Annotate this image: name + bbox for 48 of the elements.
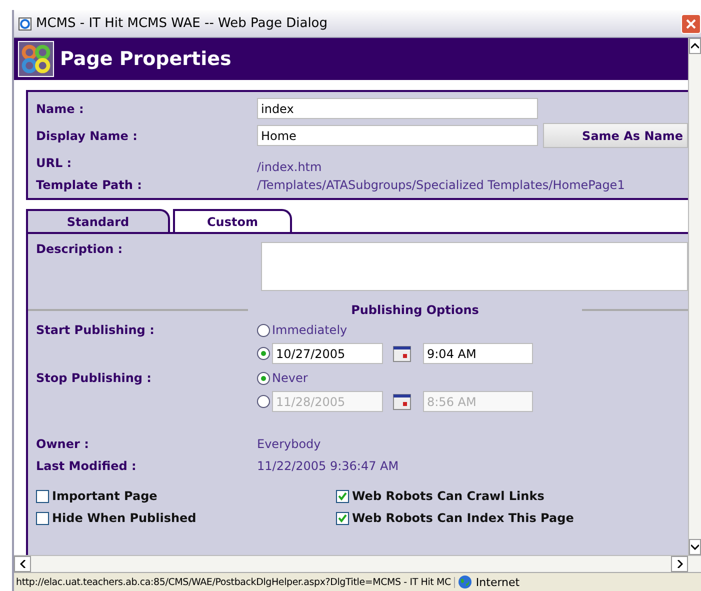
calendar-icon[interactable] (393, 346, 411, 362)
description-field[interactable] (261, 242, 688, 291)
globe-icon (458, 575, 472, 589)
radio-label: Immediately (272, 323, 348, 337)
checkbox-label: Hide When Published (52, 511, 196, 525)
window-title: MCMS - IT Hit MCMS WAE -- Web Page Dialog (36, 16, 328, 31)
radio-button[interactable] (257, 324, 270, 336)
checkbox[interactable] (336, 512, 349, 524)
checkbox[interactable] (36, 490, 49, 502)
radio-button[interactable] (257, 347, 270, 360)
field-label: Last Modified : (36, 459, 138, 473)
browser-icon (18, 16, 32, 30)
tab[interactable]: Custom (173, 209, 292, 232)
field-label: Stop Publishing : (36, 371, 152, 385)
checkbox-label: Web Robots Can Crawl Links (352, 489, 544, 503)
field-label: Template Path : (36, 178, 143, 192)
checkbox-label: Web Robots Can Index This Page (352, 511, 574, 525)
field-value: /Templates/ATASubgroups/Specialized Templates/HomePage1 (257, 178, 626, 192)
dialog-heading: Page Properties (60, 48, 232, 70)
security-zone: Internet (476, 576, 520, 588)
field-label: Start Publishing : (36, 323, 156, 337)
close-icon (685, 18, 697, 30)
date-field[interactable]: 10/27/2005 (272, 343, 383, 364)
field-label: Display Name : (36, 128, 138, 142)
radio-label: Never (272, 371, 308, 385)
field-value: /index.htm (257, 160, 323, 174)
field-value: Everybody (257, 437, 322, 451)
text-field[interactable]: Home (257, 125, 538, 146)
close-button[interactable] (681, 14, 701, 34)
field-value: 11/22/2005 9:36:47 AM (257, 459, 400, 473)
status-url: http://elac.uat.teachers.ab.ca:85/CMS/WAE/PostbackDlgHelper.aspx?DlgTitle=MCMS - IT Hit MC (14, 576, 455, 588)
text-field[interactable]: index (257, 98, 538, 119)
field-label: URL : (36, 156, 73, 170)
vertical-scrollbar[interactable] (688, 38, 701, 555)
checkbox[interactable] (36, 512, 49, 524)
section-heading: Publishing Options (351, 303, 479, 317)
description-label: Description : (36, 242, 124, 258)
same-as-name-button[interactable]: Same As Name (543, 123, 688, 148)
field-label: Owner : (36, 437, 90, 451)
checkbox-label: Important Page (52, 489, 158, 503)
calendar-icon[interactable] (393, 394, 411, 410)
tab[interactable]: Standard (26, 209, 170, 232)
radio-button[interactable] (257, 372, 270, 384)
horizontal-scrollbar[interactable] (14, 555, 701, 572)
checkbox[interactable] (336, 490, 349, 502)
time-field[interactable]: 9:04 AM (423, 343, 533, 364)
field-label: Name : (36, 102, 85, 116)
gears-logo-icon (18, 41, 54, 77)
